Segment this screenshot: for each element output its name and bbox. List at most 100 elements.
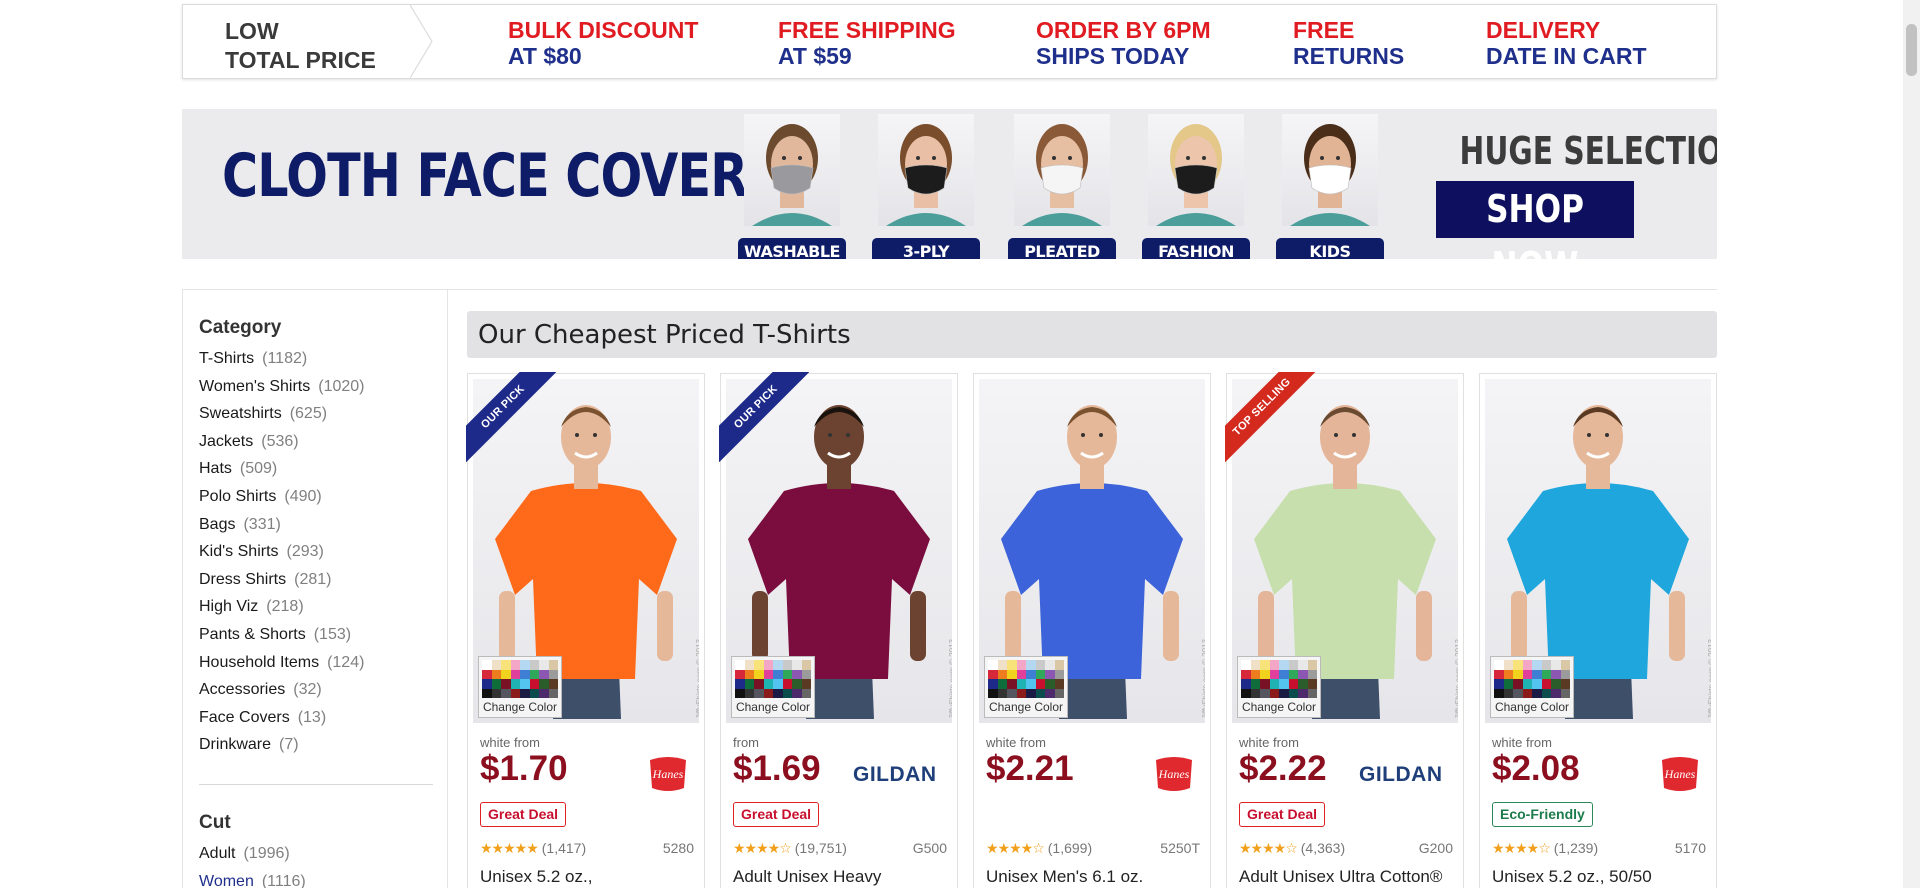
facet-option-count: (625) (289, 405, 328, 423)
facet-option[interactable]: Hats (509) (199, 458, 364, 486)
svg-text:Hanes: Hanes (1158, 767, 1190, 781)
facet-option-count: (13) (297, 708, 327, 726)
svg-text:GILDAN: GILDAN (853, 763, 937, 786)
facet-option-name: Kid's Shirts (199, 543, 279, 561)
star-rating-icon: ★★★★☆ (1492, 840, 1551, 856)
banner-headline: HUGE SELECTION (1459, 129, 1717, 173)
facet-option[interactable]: Bags (331) (199, 514, 364, 542)
product-rating[interactable]: ★★★★★ (1,417) 5280 (480, 840, 694, 858)
facet-option[interactable]: Pants & Shorts (153) (199, 624, 364, 652)
product-title[interactable]: Unisex 5.2 oz., 50/50 (1492, 867, 1652, 887)
promo-first-line2: TOTAL PRICE (225, 47, 376, 73)
filter-sidebar: Category T-Shirts (1182) Women's Shirts (10… (182, 289, 448, 888)
change-color-button[interactable]: Change Color (984, 656, 1068, 718)
product-rating[interactable]: ★★★★☆ (1,239) 5170 (1492, 840, 1706, 858)
change-color-button[interactable]: Change Color (731, 656, 815, 718)
facet-option-count: (281) (294, 570, 332, 588)
mask-tile[interactable]: WASHABLE (738, 114, 846, 259)
facet-option[interactable]: Polo Shirts (490) (199, 486, 364, 514)
facet-option-name: Accessories (199, 681, 286, 699)
page-scrollbar[interactable] (1903, 0, 1920, 888)
facet-option[interactable]: Drinkware (7) (199, 734, 364, 762)
facet-option-name: Hats (199, 460, 232, 478)
price-from-label: white from (986, 735, 1046, 750)
product-rating[interactable]: ★★★★☆ (4,363) G200 (1239, 840, 1453, 858)
shop-now-button[interactable]: SHOP NOW (1436, 181, 1634, 259)
product-title[interactable]: Adult Unisex Heavy (733, 867, 881, 887)
mask-photo (744, 114, 840, 226)
mask-tile[interactable]: FASHION (1142, 114, 1250, 259)
facet-divider (199, 784, 433, 785)
promo-free-returns[interactable]: FREE RETURNS (1293, 17, 1404, 69)
mask-tile[interactable]: PLEATED (1008, 114, 1116, 259)
gildan-logo: GILDAN (853, 762, 943, 791)
svg-text:GILDAN: GILDAN (1359, 763, 1443, 786)
facet-option-name: Polo Shirts (199, 487, 277, 505)
facet-option[interactable]: Dress Shirts (281) (199, 569, 364, 597)
facet-option[interactable]: Accessories (32) (199, 679, 364, 707)
change-color-button[interactable]: Change Color (478, 656, 562, 718)
facet-option-name: Face Covers (199, 708, 290, 726)
mask-tile[interactable]: 3-PLY (872, 114, 980, 259)
product-title[interactable]: Unisex 5.2 oz., (480, 867, 592, 887)
facet-option[interactable]: Face Covers (13) (199, 707, 364, 735)
mask-tile[interactable]: KIDS (1276, 114, 1384, 259)
product-rating[interactable]: ★★★★☆ (1,699) 5250T (986, 840, 1200, 858)
product-card[interactable]: OUR PICK JiffyShirts.com © 2013 Change Col… (466, 372, 705, 888)
product-title[interactable]: Unisex Men's 6.1 oz. (986, 867, 1143, 887)
facet-option[interactable]: Women (1116) (199, 871, 306, 888)
star-rating-icon: ★★★★☆ (1239, 840, 1298, 856)
promo-first-line1: LOW (225, 18, 279, 44)
price-from-label: white from (1492, 735, 1552, 750)
change-color-button[interactable]: Change Color (1237, 656, 1321, 718)
facet-option[interactable]: Women's Shirts (1020) (199, 376, 364, 404)
product-card[interactable]: JiffyShirts.com © 2013 Change Color white … (1479, 373, 1717, 888)
facet-option[interactable]: Jackets (536) (199, 431, 364, 459)
product-card[interactable]: JiffyShirts.com © 2013 Change Color white … (973, 373, 1211, 888)
star-rating-icon: ★★★★★ (480, 840, 539, 856)
color-swatch-grid (988, 660, 1064, 698)
change-color-button[interactable]: Change Color (1490, 656, 1574, 718)
price-from-label: white from (1239, 735, 1299, 750)
facet-option[interactable]: Kid's Shirts (293) (199, 541, 364, 569)
facet-option-count: (7) (279, 736, 299, 754)
facet-option[interactable]: Household Items (124) (199, 652, 364, 680)
facet-option-name: Dress Shirts (199, 570, 287, 588)
promo-bulk-discount[interactable]: BULK DISCOUNT AT $80 (508, 17, 698, 69)
facet-option-count: (293) (286, 543, 324, 561)
mask-label: KIDS (1276, 238, 1384, 259)
section-header: Our Cheapest Priced T-Shirts (467, 311, 1717, 358)
promo-free-shipping[interactable]: FREE SHIPPING AT $59 (778, 17, 956, 69)
product-sku: G200 (1418, 840, 1453, 856)
gildan-logo: GILDAN (1359, 762, 1449, 791)
facet-option[interactable]: Adult (1996) (199, 843, 306, 871)
facet-option[interactable]: T-Shirts (1182) (199, 348, 364, 376)
hanes-logo: Hanes (1152, 754, 1196, 799)
product-rating[interactable]: ★★★★☆ (19,751) G500 (733, 840, 947, 858)
product-card[interactable]: OUR PICK JiffyShirts.com © 2013 Change Col… (719, 372, 958, 888)
product-sku: 5170 (1674, 840, 1706, 856)
mask-label: FASHION (1142, 238, 1250, 259)
review-count: (1,239) (1553, 840, 1599, 856)
facet-option-name: Pants & Shorts (199, 625, 306, 643)
color-swatch-grid (1494, 660, 1570, 698)
product-title[interactable]: Adult Unisex Ultra Cotton® (1239, 867, 1442, 887)
mask-label: PLEATED (1008, 238, 1116, 259)
star-rating-icon: ★★★★☆ (733, 840, 792, 856)
facet-option[interactable]: Sweatshirts (625) (199, 403, 364, 431)
promo-delivery-date[interactable]: DELIVERY DATE IN CART (1486, 17, 1647, 69)
promo-ships-today[interactable]: ORDER BY 6PM SHIPS TODAY (1036, 17, 1211, 69)
price-from-label: white from (480, 735, 540, 750)
product-price: $1.69 (733, 749, 821, 788)
svg-text:Hanes: Hanes (652, 767, 684, 781)
scrollbar-thumb[interactable] (1906, 24, 1917, 76)
mask-label: 3-PLY (872, 238, 980, 259)
face-covers-banner[interactable]: CLOTH FACE COVERS WASHABLE 3-PLY PLEATED FA… (182, 109, 1717, 259)
hanes-logo: Hanes (1658, 754, 1702, 799)
promo-strip: LOW TOTAL PRICE BULK DISCOUNT AT $80 FRE… (182, 4, 1717, 79)
facet-option[interactable]: High Viz (218) (199, 596, 364, 624)
section-title: Our Cheapest Priced T-Shirts (478, 320, 851, 350)
color-swatch-grid (1241, 660, 1317, 698)
product-sku: 5250T (1160, 840, 1200, 856)
product-card[interactable]: TOP SELLING JiffyShirts.com © 2013 Change … (1225, 372, 1464, 888)
